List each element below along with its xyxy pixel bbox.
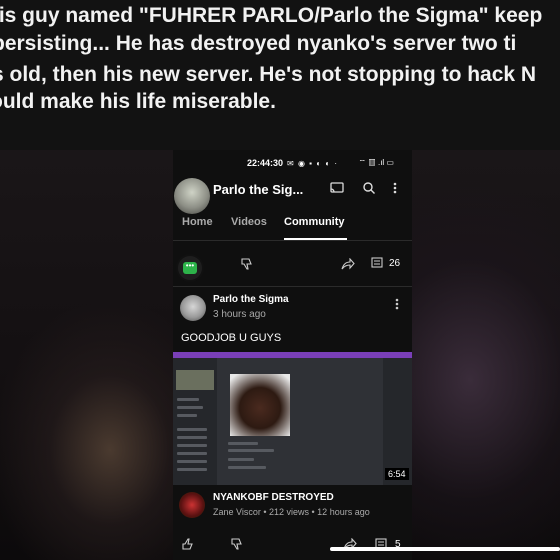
channel-tabs: Home Videos Community xyxy=(173,214,412,241)
thumbnail-channel-line xyxy=(177,452,207,455)
video-duration: 6:54 xyxy=(385,468,409,480)
thumbnail-channel-line xyxy=(177,398,199,401)
signal-battery-icons: ⌔ ▥ .ıl ▭ xyxy=(358,158,395,167)
post-text: GOODJOB U GUYS xyxy=(181,332,282,344)
tab-videos[interactable]: Videos xyxy=(231,216,267,228)
uploader-avatar[interactable] xyxy=(179,492,205,518)
post-time: 3 hours ago xyxy=(213,309,266,320)
channel-avatar[interactable] xyxy=(174,178,210,214)
video-title[interactable]: NYANKOBF DESTROYED xyxy=(213,492,334,503)
previous-post-actions: ••• 26 xyxy=(173,246,412,287)
thumbnail-channel-line xyxy=(177,468,207,471)
caption-line-2: persisting... He has destroyed nyanko's … xyxy=(0,32,517,55)
thumbnail-member-list xyxy=(383,358,412,485)
caption-line-1: his guy named "FUHRER PARLO/Parlo the Si… xyxy=(0,4,543,27)
thumbnail-channel-line xyxy=(177,428,207,431)
post-author[interactable]: Parlo the Sigma xyxy=(213,294,289,305)
thumbnail-message-line xyxy=(228,442,258,445)
thumbnail-channel-line xyxy=(177,414,197,417)
caption-line-4: ould make his life miserable. xyxy=(0,90,276,113)
thumbnail-sidebar xyxy=(173,358,217,485)
thumbnail-channel-line xyxy=(177,406,203,409)
status-bar: 22:44:30 ✉ ◉ ▪ ◐ ◐ · ⌔ ▥ .ıl ▭ xyxy=(173,150,412,176)
video-thumbnail[interactable]: 6:54 xyxy=(173,352,412,485)
channel-title: Parlo the Sig... xyxy=(213,182,304,197)
post-more-icon[interactable] xyxy=(395,298,399,313)
notification-icons: ✉ ◉ ▪ ◐ ◐ · xyxy=(287,158,338,168)
cast-icon[interactable] xyxy=(330,182,344,197)
video-info: NYANKOBF DESTROYED Zane Viscor • 212 vie… xyxy=(173,486,412,530)
thumbnail-server-banner xyxy=(176,370,214,390)
more-vert-icon[interactable] xyxy=(393,182,397,197)
author-avatar[interactable] xyxy=(180,295,206,321)
tab-community[interactable]: Community xyxy=(284,216,345,228)
dislike-icon[interactable] xyxy=(231,538,243,553)
thumbnail-message-line xyxy=(228,466,266,469)
thumbnail-message-line xyxy=(228,449,274,452)
like-icon[interactable] xyxy=(182,538,194,553)
progress-scrubber[interactable] xyxy=(330,547,560,551)
thumbnail-message-line xyxy=(228,458,254,461)
status-time: 22:44:30 xyxy=(247,158,284,168)
thumbnail-channel-line xyxy=(177,444,207,447)
active-tab-indicator xyxy=(284,238,347,240)
phone-screenshot: 22:44:30 ✉ ◉ ▪ ◐ ◐ · ⌔ ▥ .ıl ▭ Parlo the… xyxy=(173,150,412,560)
caption-line-3: s old, then his new server. He's not sto… xyxy=(0,63,537,86)
chat-icon: ••• xyxy=(183,262,197,274)
comment-count: 26 xyxy=(389,258,401,269)
green-avatar: ••• xyxy=(176,254,204,282)
search-icon[interactable] xyxy=(363,182,375,197)
video-meta: Zane Viscor • 212 views • 12 hours ago xyxy=(213,507,370,517)
channel-header: Parlo the Sig... xyxy=(173,178,412,218)
dislike-icon[interactable] xyxy=(241,258,253,273)
share-icon[interactable] xyxy=(341,257,355,273)
thumbnail-channel-line xyxy=(177,460,207,463)
thumbnail-channel-line xyxy=(177,436,207,439)
caption-bar: his guy named "FUHRER PARLO/Parlo the Si… xyxy=(0,0,560,150)
thumbnail-photo xyxy=(230,374,290,436)
tab-home[interactable]: Home xyxy=(182,216,213,228)
comment-icon[interactable] xyxy=(371,257,383,272)
